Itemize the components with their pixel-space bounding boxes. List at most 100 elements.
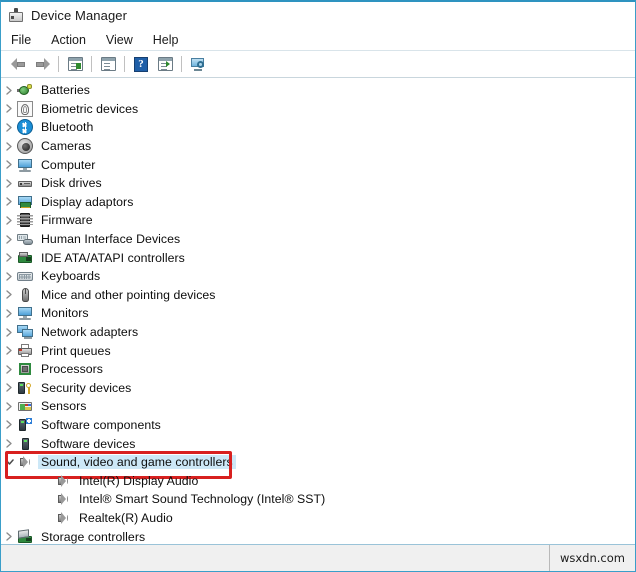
tree-row-label: Security devices (41, 380, 132, 395)
show-hide-console-tree-button[interactable] (63, 53, 87, 75)
menu-file[interactable]: File (11, 31, 42, 49)
tree-row-label: Network adapters (41, 325, 139, 340)
chevron-right-icon[interactable] (1, 402, 17, 411)
tree-row-label: Processors (41, 362, 104, 377)
display-adapter-icon (17, 194, 33, 210)
toolbar-separator (181, 56, 182, 72)
chevron-right-icon[interactable] (1, 290, 17, 300)
tree-row-label: Mice and other pointing devices (41, 287, 216, 302)
tree-row-label: Display adaptors (41, 194, 134, 209)
tree-row[interactable]: Disk drives (1, 174, 635, 193)
tree-row[interactable]: Sensors (1, 397, 635, 416)
tree-row-label: Intel(R) Display Audio (79, 473, 199, 488)
tree-row[interactable]: Intel® Smart Sound Technology (Intel® SS… (1, 490, 635, 509)
chevron-right-icon[interactable] (1, 383, 17, 392)
tree-row[interactable]: Biometric devices (1, 100, 635, 119)
tree-row-label: IDE ATA/ATAPI controllers (41, 250, 185, 265)
tree-row[interactable]: Storage controllers (1, 527, 635, 544)
speaker-icon (55, 510, 71, 526)
chevron-right-icon[interactable] (1, 253, 17, 262)
tree-row-label: Realtek(R) Audio (79, 510, 173, 525)
device-manager-window: Device Manager File Action View Help ? B… (0, 0, 636, 572)
bluetooth-icon (17, 119, 33, 136)
tree-row[interactable]: Sound, video and game controllers (1, 450, 635, 479)
mouse-icon (17, 287, 33, 303)
fingerprint-icon (17, 100, 33, 117)
tree-row[interactable]: Intel(R) Display Audio (1, 471, 635, 490)
device-tree[interactable]: Batteries Biometric devices Bluetooth Camer… (1, 80, 635, 544)
menu-bar: File Action View Help (1, 29, 635, 51)
tree-row-label: Print queues (41, 343, 111, 358)
chevron-right-icon[interactable] (1, 272, 17, 281)
tree-row[interactable]: Display adaptors (1, 193, 635, 212)
tree-row-label: Bluetooth (41, 120, 94, 135)
chevron-right-icon[interactable] (1, 234, 17, 244)
tree-row[interactable]: Cameras (1, 137, 635, 156)
keyboard-icon (17, 268, 33, 284)
tree-row[interactable]: Software components (1, 416, 635, 435)
title-bar: Device Manager (1, 2, 635, 29)
tree-row[interactable]: Computer (1, 155, 635, 174)
chevron-right-icon[interactable] (1, 346, 17, 355)
tree-row[interactable]: IDE ATA/ATAPI controllers (1, 248, 635, 267)
tree-row-label: Storage controllers (41, 529, 146, 544)
chevron-right-icon[interactable] (1, 309, 17, 318)
toolbar-separator (124, 56, 125, 72)
back-button[interactable] (6, 53, 30, 75)
chevron-right-icon[interactable] (1, 141, 17, 151)
tree-row[interactable]: Network adapters (1, 323, 635, 342)
tree-row[interactable]: Batteries (1, 81, 635, 100)
properties-button[interactable] (96, 53, 120, 75)
tree-row[interactable]: Software devices (1, 434, 635, 453)
speaker-icon (17, 454, 33, 470)
tree-row[interactable]: Keyboards (1, 267, 635, 286)
monitor-icon (17, 157, 33, 173)
tree-row[interactable]: Bluetooth (1, 118, 635, 137)
chevron-right-icon[interactable] (1, 160, 17, 169)
sensor-icon (17, 398, 33, 414)
processor-icon (17, 361, 33, 377)
firmware-chip-icon (17, 212, 33, 228)
chevron-right-icon[interactable] (1, 123, 17, 132)
toolbar-separator (91, 56, 92, 72)
speaker-icon (55, 491, 71, 507)
tree-row-label: Software components (41, 417, 161, 432)
disk-drive-icon (17, 175, 33, 191)
tree-row[interactable]: Processors (1, 360, 635, 379)
chevron-right-icon[interactable] (1, 104, 17, 114)
chevron-right-icon[interactable] (1, 86, 17, 95)
ide-controller-icon (17, 250, 33, 266)
tree-row[interactable]: Security devices (1, 379, 635, 398)
chevron-right-icon[interactable] (1, 439, 17, 448)
status-bar: wsxdn.com (1, 544, 635, 571)
chevron-right-icon[interactable] (1, 327, 17, 337)
chevron-right-icon[interactable] (1, 420, 17, 430)
software-device-icon (17, 436, 33, 452)
tree-row[interactable]: Realtek(R) Audio (1, 509, 635, 528)
chevron-right-icon[interactable] (1, 365, 17, 374)
help-button[interactable]: ? (129, 53, 153, 75)
page-title: Device Manager (31, 8, 128, 23)
tree-row-label: Software devices (41, 436, 136, 451)
tree-row[interactable]: Print queues (1, 341, 635, 360)
tree-row[interactable]: Human Interface Devices (1, 230, 635, 249)
back-arrow-icon (10, 58, 26, 70)
chevron-down-icon[interactable] (1, 458, 17, 466)
chevron-right-icon[interactable] (1, 179, 17, 188)
tree-row-label: Intel® Smart Sound Technology (Intel® SS… (79, 492, 326, 507)
scan-hardware-changes-button[interactable] (186, 53, 210, 75)
menu-action[interactable]: Action (51, 31, 97, 49)
chevron-right-icon[interactable] (1, 197, 17, 207)
menu-help[interactable]: Help (153, 31, 190, 49)
tree-row[interactable]: Mice and other pointing devices (1, 286, 635, 305)
update-driver-button[interactable] (153, 53, 177, 75)
menu-view[interactable]: View (106, 31, 144, 49)
tree-row[interactable]: Firmware (1, 211, 635, 230)
forward-button[interactable] (30, 53, 54, 75)
tree-row-label: Biometric devices (41, 101, 139, 116)
chevron-right-icon[interactable] (1, 532, 17, 541)
chevron-right-icon[interactable] (1, 216, 17, 225)
security-device-icon (17, 380, 33, 396)
tree-row[interactable]: Monitors (1, 304, 635, 323)
update-driver-icon (157, 57, 173, 71)
